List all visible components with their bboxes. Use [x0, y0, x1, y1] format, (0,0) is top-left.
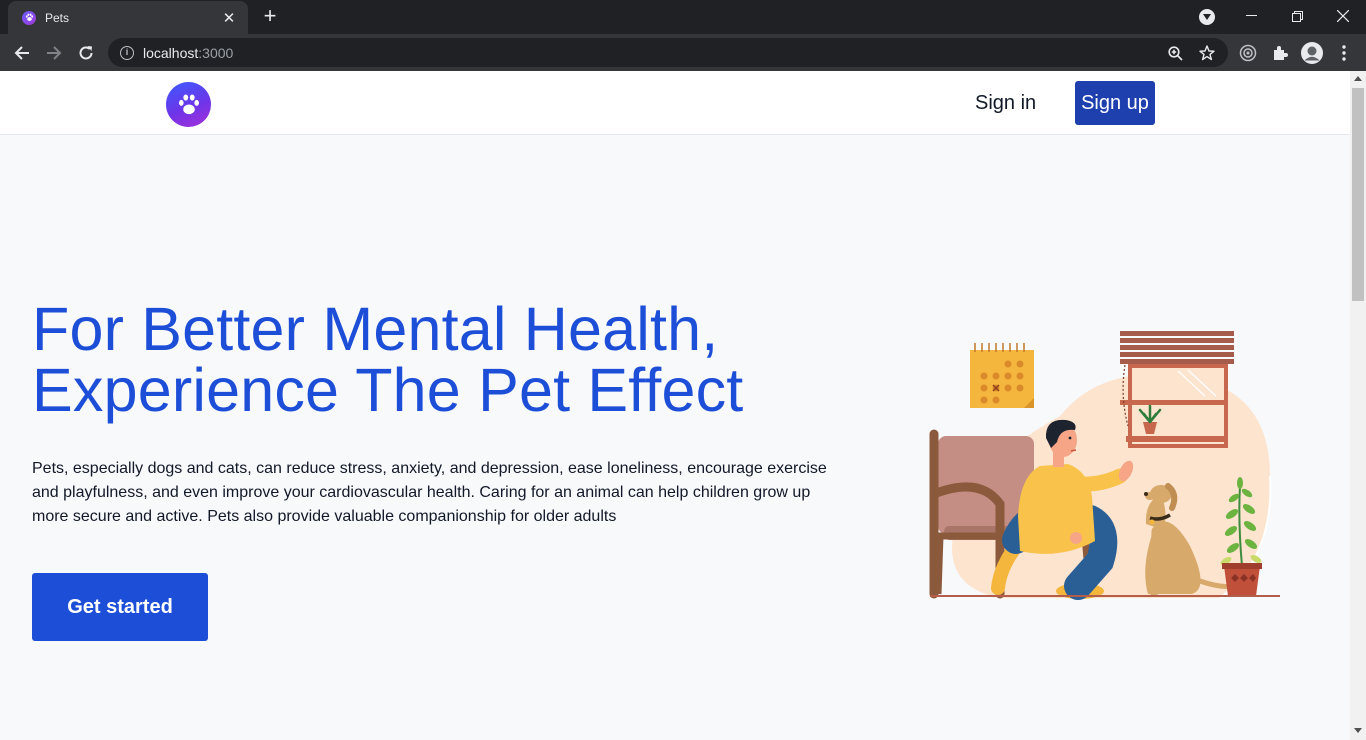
- signin-link[interactable]: Sign in: [960, 81, 1051, 125]
- window-icon: [1120, 331, 1234, 448]
- browser-toolbar: i localhost:3000: [0, 34, 1366, 71]
- hero-title: For Better Mental Health, Experience The…: [32, 295, 744, 424]
- chevron-down-icon: [1203, 14, 1211, 20]
- browser-tab-strip: Pets ✕ +: [0, 0, 1366, 34]
- browser-menu-icon[interactable]: [1333, 42, 1355, 64]
- extension-target-icon[interactable]: [1237, 42, 1259, 64]
- paw-favicon-icon: [22, 10, 36, 25]
- scroll-down-arrow-icon[interactable]: [1354, 728, 1362, 733]
- extensions-puzzle-icon[interactable]: [1269, 42, 1291, 64]
- paw-icon: [178, 93, 199, 114]
- scroll-up-arrow-icon[interactable]: [1354, 76, 1362, 81]
- minimize-icon: [1245, 15, 1257, 16]
- tab-search-button[interactable]: [1199, 9, 1215, 25]
- tab-title: Pets: [45, 10, 70, 25]
- browser-tab[interactable]: Pets ✕: [8, 1, 248, 34]
- page-scrollbar[interactable]: [1350, 71, 1366, 740]
- scrollbar-thumb[interactable]: [1352, 88, 1364, 301]
- arrow-left-icon: [14, 46, 29, 60]
- reload-icon: [79, 46, 93, 60]
- arrow-right-icon: [47, 46, 62, 60]
- man-with-dog-illustration: [929, 331, 1280, 600]
- logo[interactable]: [166, 82, 211, 127]
- calendar-icon: [970, 343, 1034, 408]
- zoom-icon[interactable]: [1166, 44, 1184, 62]
- url-host: localhost: [143, 44, 199, 61]
- page-viewport: Sign in Sign up For Better Mental Health…: [0, 71, 1350, 740]
- restore-icon: [1291, 10, 1303, 22]
- site-header: Sign in Sign up: [0, 71, 1350, 135]
- url-port: :3000: [198, 44, 234, 61]
- close-window-button[interactable]: [1320, 0, 1366, 32]
- forward-button[interactable]: [40, 39, 68, 67]
- get-started-button[interactable]: Get started: [32, 573, 208, 641]
- restore-button[interactable]: [1274, 0, 1320, 32]
- hero-description: Pets, especially dogs and cats, can redu…: [32, 460, 827, 525]
- bookmark-star-icon[interactable]: [1198, 44, 1216, 62]
- site-info-icon[interactable]: i: [120, 45, 134, 60]
- close-icon: [1337, 10, 1349, 22]
- address-bar[interactable]: i localhost:3000: [108, 38, 1228, 67]
- signup-button[interactable]: Sign up: [1075, 81, 1155, 125]
- minimize-button[interactable]: [1228, 0, 1274, 32]
- tab-close-icon[interactable]: ✕: [220, 9, 238, 27]
- reload-button[interactable]: [72, 39, 100, 67]
- back-button[interactable]: [8, 39, 36, 67]
- profile-avatar[interactable]: [1301, 42, 1323, 64]
- new-tab-button[interactable]: +: [258, 5, 282, 29]
